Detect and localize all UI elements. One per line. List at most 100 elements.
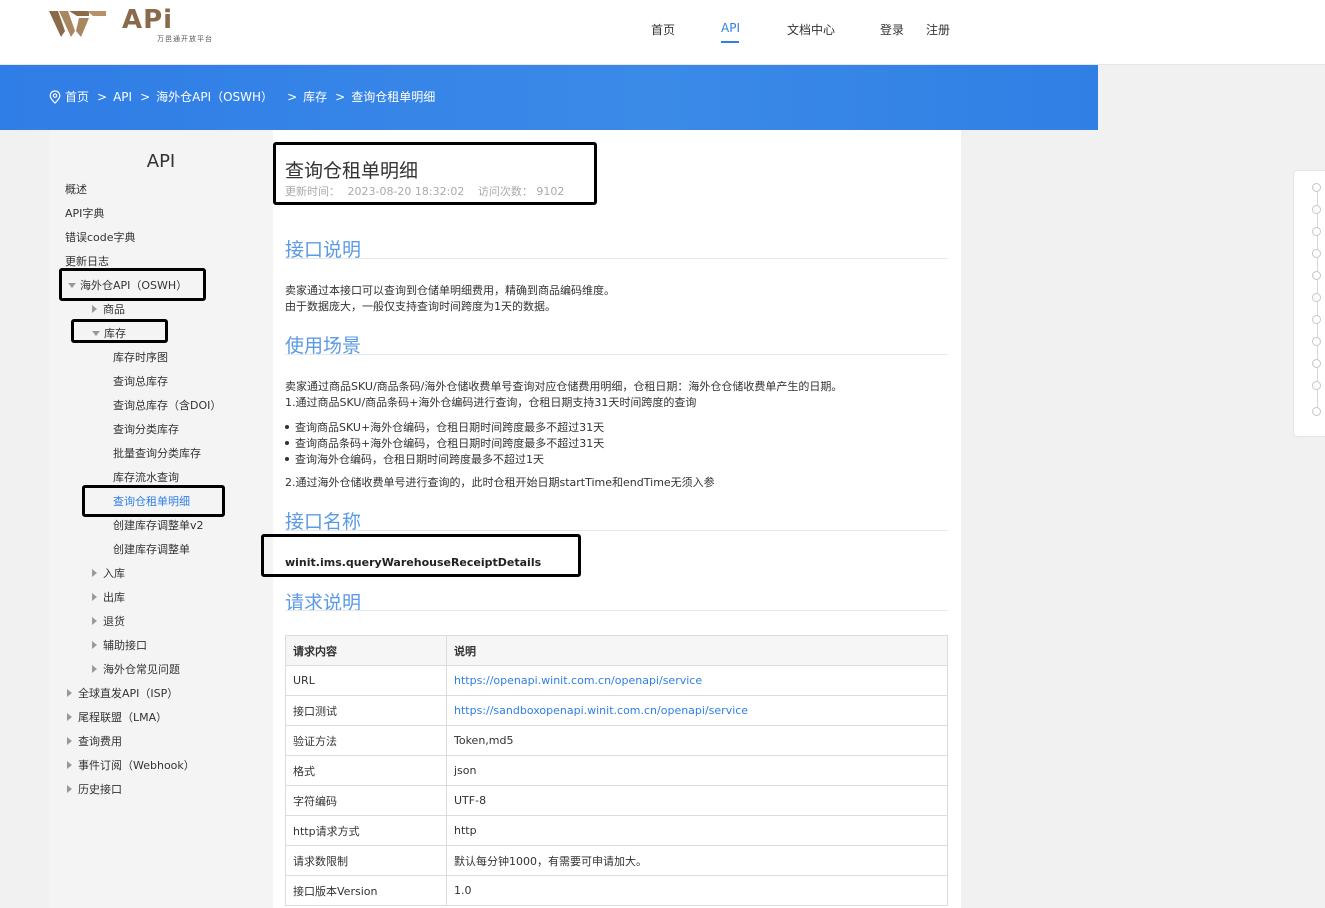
caret-right-icon bbox=[92, 569, 97, 577]
crumb-separator: > bbox=[335, 89, 346, 104]
sidebar-item-isp[interactable]: 全球直发API（ISP） bbox=[67, 685, 178, 701]
request-info-table: 请求内容 说明 URL https://openapi.winit.com.cn… bbox=[285, 635, 948, 906]
sidebar-item-label: 退货 bbox=[103, 615, 125, 628]
table-row: 验证方法 Token,md5 bbox=[285, 725, 948, 756]
sidebar-item-label: 辅助接口 bbox=[103, 639, 147, 652]
toc-dot-icon[interactable] bbox=[1312, 407, 1321, 416]
crumb-separator: > bbox=[140, 89, 151, 104]
breadcrumb-banner: 首页 > API > 海外仓API（OSWH） > 库存 > 查询仓租单明细 bbox=[0, 65, 1098, 130]
sidebar-item-category-stock[interactable]: 查询分类库存 bbox=[113, 421, 179, 437]
highlight-box-api-name bbox=[261, 534, 581, 577]
sidebar-item-api-dict[interactable]: API字典 bbox=[65, 205, 104, 221]
table-cell-value: json bbox=[446, 755, 948, 786]
crumb-stock[interactable]: 库存 bbox=[303, 88, 327, 105]
login-link[interactable]: 登录 bbox=[880, 21, 904, 38]
table-cell-key: 接口版本Version bbox=[285, 875, 447, 906]
scenario-line-3: 2.通过海外仓储收费单号进行查询的，此时仓租开始日期startTime和endT… bbox=[285, 476, 715, 489]
caret-right-icon bbox=[92, 305, 97, 313]
toc-dot-icon[interactable] bbox=[1312, 293, 1321, 302]
caret-right-icon bbox=[67, 737, 72, 745]
sidebar-item-webhook[interactable]: 事件订阅（Webhook） bbox=[67, 757, 195, 773]
sidebar-item-label: 尾程联盟（LMA） bbox=[78, 711, 168, 724]
toc-dot-icon[interactable] bbox=[1312, 337, 1321, 346]
sidebar-item-goods[interactable]: 商品 bbox=[92, 301, 125, 317]
toc-dot-icon[interactable] bbox=[1312, 271, 1321, 280]
description-line-2: 由于数据庞大，一般仅支持查询时间跨度为1天的数据。 bbox=[285, 300, 556, 313]
sidebar-item-stock-timeline[interactable]: 库存时序图 bbox=[113, 349, 168, 365]
sidebar-item-label: 出库 bbox=[103, 591, 125, 604]
scenario-line-2: 1.通过商品SKU/商品条码+海外仓编码进行查询，仓租日期支持31天时间跨度的查… bbox=[285, 396, 697, 409]
sandbox-url-link[interactable]: https://sandboxopenapi.winit.com.cn/open… bbox=[454, 704, 748, 717]
section-divider bbox=[285, 354, 948, 355]
logo-subtitle: 万邑通开放平台 bbox=[157, 35, 213, 43]
sidebar-item-history[interactable]: 历史接口 bbox=[67, 781, 122, 797]
crumb-oswh[interactable]: 海外仓API（OSWH） bbox=[156, 88, 273, 105]
table-cell-value: UTF-8 bbox=[446, 785, 948, 816]
sidebar-item-batch-category-stock[interactable]: 批量查询分类库存 bbox=[113, 445, 201, 461]
caret-right-icon bbox=[92, 593, 97, 601]
nav-docs[interactable]: 文档中心 bbox=[787, 21, 835, 38]
sidebar-item-create-adjust[interactable]: 创建库存调整单 bbox=[113, 541, 190, 557]
table-header-row: 请求内容 说明 bbox=[285, 635, 948, 666]
sidebar-item-stock-flow[interactable]: 库存流水查询 bbox=[113, 469, 179, 485]
description-line-1: 卖家通过本接口可以查询到仓储单明细费用，精确到商品编码维度。 bbox=[285, 284, 615, 297]
table-cell-value: https://openapi.winit.com.cn/openapi/ser… bbox=[446, 665, 948, 696]
sidebar-item-label: 事件订阅（Webhook） bbox=[78, 759, 195, 772]
api-sidebar: API 概述 API字典 错误code字典 更新日志 海外仓API（OSWH） … bbox=[49, 130, 273, 908]
toc-dot-icon[interactable] bbox=[1312, 249, 1321, 258]
sidebar-item-lma[interactable]: 尾程联盟（LMA） bbox=[67, 709, 167, 725]
toc-dot-icon[interactable] bbox=[1312, 227, 1321, 236]
sidebar-item-label: 入库 bbox=[103, 567, 125, 580]
section-divider bbox=[285, 530, 948, 531]
scenario-line-1: 卖家通过商品SKU/商品条码/海外仓储收费单号查询对应仓储费用明细，仓租日期：海… bbox=[285, 380, 843, 393]
toc-dot-icon[interactable] bbox=[1312, 381, 1321, 390]
sidebar-item-inbound[interactable]: 入库 bbox=[92, 565, 125, 581]
table-row: URL https://openapi.winit.com.cn/openapi… bbox=[285, 665, 948, 696]
sidebar-item-faq[interactable]: 海外仓常见问题 bbox=[92, 661, 180, 677]
winit-logo[interactable]: 万邑通开放平台 APi bbox=[49, 5, 212, 43]
toc-dot-icon[interactable] bbox=[1312, 183, 1321, 192]
toc-dot-icon[interactable] bbox=[1312, 205, 1321, 214]
column-header: 请求内容 bbox=[285, 635, 447, 666]
table-row: 请求数限制 默认每分钟1000，有需要可申请加大。 bbox=[285, 845, 948, 876]
section-divider bbox=[285, 258, 948, 259]
caret-right-icon bbox=[67, 785, 72, 793]
column-header: 说明 bbox=[446, 635, 948, 666]
sidebar-item-total-stock-doi[interactable]: 查询总库存（含DOI） bbox=[113, 397, 221, 413]
logo-api-text: APi bbox=[122, 5, 174, 35]
sidebar-item-label: 全球直发API（ISP） bbox=[78, 687, 179, 700]
table-cell-value: http bbox=[446, 815, 948, 846]
nav-active-underline bbox=[721, 41, 739, 43]
sidebar-item-changelog[interactable]: 更新日志 bbox=[65, 253, 109, 269]
caret-right-icon bbox=[92, 665, 97, 673]
sidebar-item-label: 查询费用 bbox=[78, 735, 122, 748]
scenario-bullet: 查询商品SKU+海外仓编码，仓租日期时间跨度最多不超过31天 bbox=[284, 421, 605, 434]
toc-dot-icon[interactable] bbox=[1312, 315, 1321, 324]
sidebar-title: API bbox=[146, 151, 176, 172]
sidebar-item-total-stock[interactable]: 查询总库存 bbox=[113, 373, 168, 389]
crumb-home[interactable]: 首页 bbox=[65, 88, 89, 105]
url-link[interactable]: https://openapi.winit.com.cn/openapi/ser… bbox=[454, 674, 702, 687]
sidebar-item-auxiliary[interactable]: 辅助接口 bbox=[92, 637, 147, 653]
scenario-bullet: 查询商品条码+海外仓编码，仓租日期时间跨度最多不超过31天 bbox=[284, 437, 605, 450]
sidebar-item-label: 商品 bbox=[103, 303, 125, 316]
table-cell-key: http请求方式 bbox=[285, 815, 447, 846]
sidebar-item-overview[interactable]: 概述 bbox=[65, 181, 87, 197]
table-cell-key: 接口测试 bbox=[285, 695, 447, 726]
sidebar-item-fees[interactable]: 查询费用 bbox=[67, 733, 122, 749]
nav-home[interactable]: 首页 bbox=[651, 21, 675, 38]
table-cell-key: 请求数限制 bbox=[285, 845, 447, 876]
crumb-api[interactable]: API bbox=[113, 90, 132, 104]
sidebar-item-outbound[interactable]: 出库 bbox=[92, 589, 125, 605]
toc-dot-icon[interactable] bbox=[1312, 359, 1321, 368]
caret-right-icon bbox=[67, 713, 72, 721]
doc-content: 查询仓租单明细 更新时间： 2023-08-20 18:32:02 访问次数： … bbox=[261, 130, 961, 908]
highlight-box-stock bbox=[71, 319, 168, 343]
nav-api[interactable]: API bbox=[721, 21, 740, 35]
scenario-bullet: 查询海外仓编码，仓租日期时间跨度最多不超过1天 bbox=[285, 453, 544, 466]
sidebar-item-returns[interactable]: 退货 bbox=[92, 613, 125, 629]
register-link[interactable]: 注册 bbox=[926, 21, 950, 38]
sidebar-item-label: 历史接口 bbox=[78, 783, 122, 796]
sidebar-item-create-adjust-v2[interactable]: 创建库存调整单v2 bbox=[113, 517, 204, 533]
sidebar-item-error-code[interactable]: 错误code字典 bbox=[65, 229, 136, 245]
